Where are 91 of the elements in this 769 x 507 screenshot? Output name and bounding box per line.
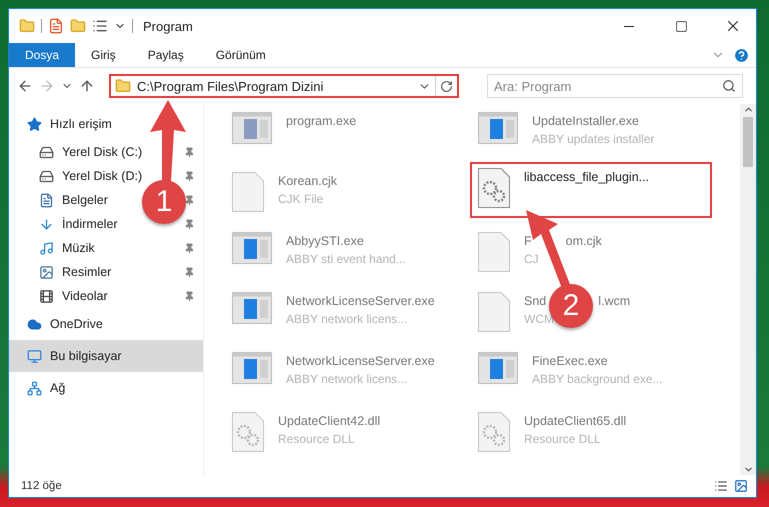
nav-item[interactable]: Hızlı erişim [9, 108, 203, 140]
settings-file-icon [478, 168, 510, 208]
search-icon [722, 79, 736, 93]
file-type: Resource DLL [278, 432, 356, 446]
file-name[interactable]: FineExec.exe [532, 354, 663, 368]
back-icon [17, 78, 33, 94]
file-icon [232, 172, 264, 212]
item-count: 112 öğe [21, 480, 62, 492]
file-name[interactable]: AbbyySTI.exe [286, 234, 406, 248]
file-type: CJ [524, 252, 540, 266]
file-icon [478, 292, 510, 332]
new-folder-icon[interactable] [70, 18, 86, 34]
file-name: om.cjk [566, 234, 602, 248]
application-icon [478, 352, 518, 384]
ribbon-tab[interactable]: Dosya [9, 43, 76, 67]
pin-icon[interactable] [184, 242, 195, 254]
file-name[interactable]: NetworkLicenseServer.exe [286, 294, 435, 308]
monitor-icon [27, 348, 42, 364]
application-icon [478, 112, 518, 144]
nav-item[interactable]: Müzik [62, 241, 95, 255]
pin-icon[interactable] [184, 218, 195, 230]
properties-icon[interactable] [48, 18, 64, 34]
nav-item[interactable]: Ağ [9, 372, 203, 404]
file-icon [478, 232, 510, 272]
ribbon-tab[interactable]: Görünüm [200, 43, 282, 67]
file-name[interactable]: UpdateClient65.dll [524, 414, 626, 428]
pin-icon[interactable] [184, 146, 195, 158]
address-bar[interactable]: C:\Program Files\Program Dizini [109, 74, 459, 98]
pin-icon[interactable] [184, 170, 195, 182]
file-name[interactable]: libaccess_file_plugin... [524, 170, 650, 184]
pin-icon[interactable] [184, 266, 195, 278]
scrollbar[interactable] [740, 104, 756, 475]
nav-item[interactable]: Resimler [62, 265, 112, 279]
maximize-icon [674, 20, 688, 32]
up-button[interactable] [79, 78, 95, 94]
network-icon [27, 380, 42, 396]
nav-item[interactable]: Yerel Disk (C:) [62, 145, 142, 159]
ribbon-tab[interactable]: Paylaş [132, 43, 200, 67]
image-icon [39, 264, 54, 280]
folder-icon [115, 78, 131, 94]
file-type: ABBY updates installer [532, 132, 655, 146]
music-icon [39, 240, 54, 256]
application-icon [232, 112, 272, 144]
help-icon[interactable] [733, 46, 750, 64]
nav-item[interactable]: OneDrive [9, 308, 203, 340]
file-type: ABBY background exe... [532, 372, 663, 386]
file-type: ABBY network licens... [286, 312, 408, 326]
nav-item[interactable]: Bu bilgisayar [9, 340, 203, 372]
file-type: ABBY sti event hand... [286, 252, 406, 266]
download-icon [39, 216, 54, 232]
forward-button[interactable] [39, 78, 55, 94]
customize-icon[interactable] [92, 18, 108, 34]
file-name[interactable]: Snd [524, 294, 546, 308]
pin-icon[interactable] [184, 290, 195, 302]
forward-icon [39, 78, 55, 94]
file-name[interactable]: UpdateInstaller.exe [532, 114, 655, 128]
pin-icon[interactable] [184, 194, 195, 206]
up-icon [79, 78, 95, 94]
file-name[interactable]: NetworkLicenseServer.exe [286, 354, 435, 368]
document-icon [39, 192, 54, 208]
nav-item[interactable]: Videolar [62, 289, 108, 303]
file-type: CJK File [278, 192, 324, 206]
file-name[interactable]: F [524, 234, 532, 248]
settings-file-icon [232, 412, 264, 452]
ribbon-tab[interactable]: Giriş [75, 43, 132, 67]
cloud-icon [27, 316, 42, 332]
file-name: l.wcm [598, 294, 630, 308]
search-field[interactable]: Ara: Program [487, 74, 743, 98]
star-icon [27, 116, 42, 132]
drive-icon [39, 168, 54, 184]
nav-item[interactable]: Yerel Disk (D:) [62, 169, 142, 183]
settings-file-icon [478, 412, 510, 452]
application-icon [232, 292, 272, 324]
nav-item[interactable]: Belgeler [62, 193, 108, 207]
details-view-icon[interactable] [714, 479, 728, 493]
film-icon [39, 288, 54, 304]
application-icon [232, 352, 272, 384]
file-type: ABBY network licens... [286, 372, 408, 386]
file-type: Resource DLL [524, 432, 602, 446]
drive-icon [39, 144, 54, 160]
folder-icon[interactable] [19, 18, 35, 34]
file-name[interactable]: program.exe [286, 114, 356, 128]
file-name[interactable]: Korean.cjk [278, 174, 338, 188]
file-name[interactable]: UpdateClient42.dll [278, 414, 380, 428]
back-button[interactable] [17, 78, 33, 94]
address-path: C:\Program Files\Program Dizini [137, 78, 324, 94]
nav-item[interactable]: İndirmeler [62, 217, 118, 231]
window-title: Program [143, 18, 194, 34]
scroll-thumb[interactable] [743, 117, 753, 167]
application-icon [232, 232, 272, 264]
large-icons-view-icon[interactable] [734, 479, 748, 493]
